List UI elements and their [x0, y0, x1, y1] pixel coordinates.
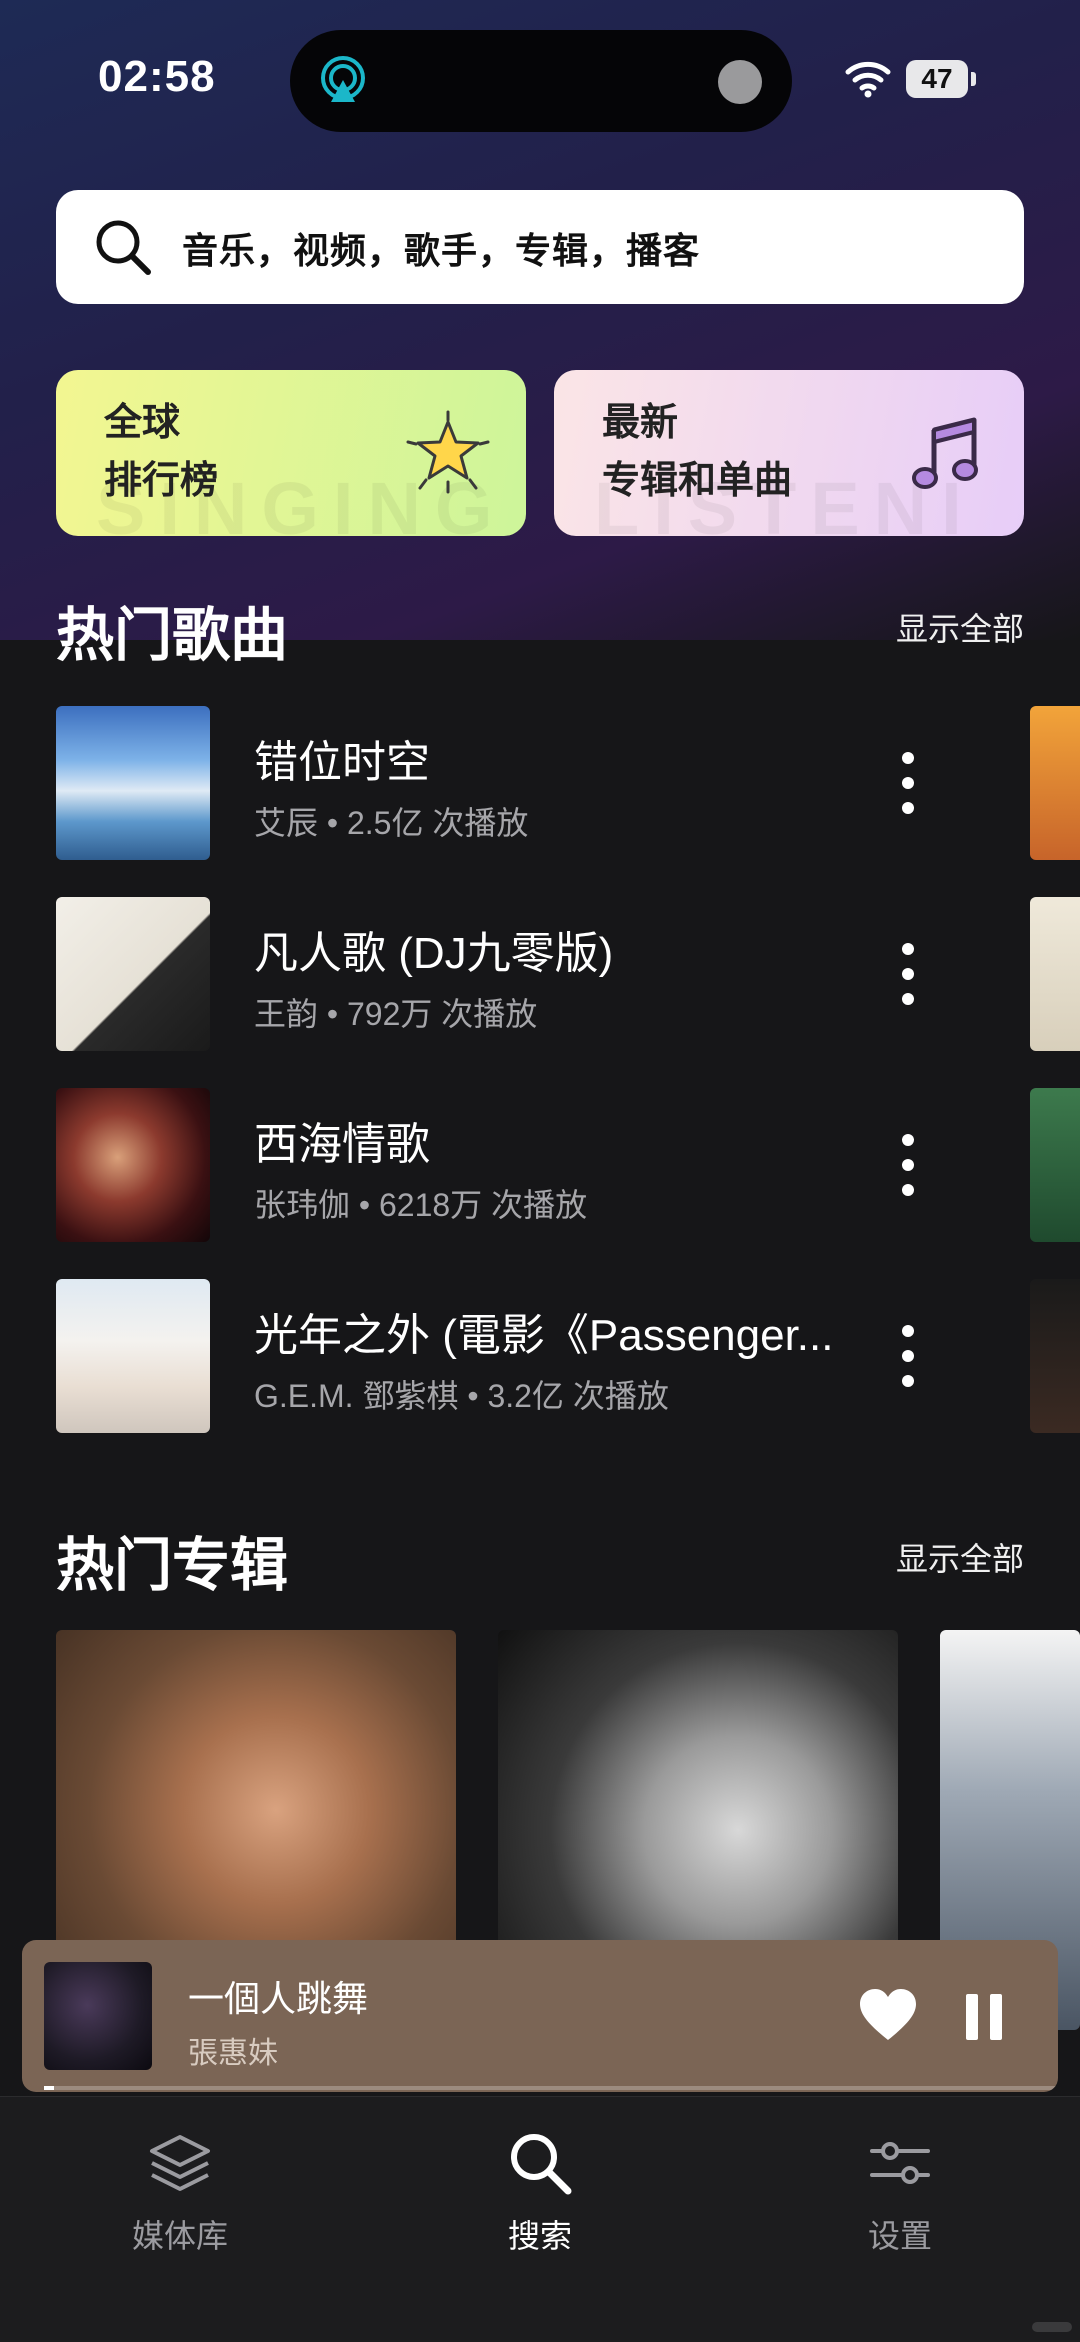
song-subtitle: G.E.M. 鄧紫棋 • 3.2亿 次播放 [254, 1378, 669, 1414]
more-options-icon[interactable] [888, 1321, 928, 1391]
more-options-icon[interactable] [888, 939, 928, 1009]
airplay-icon [321, 56, 365, 102]
star-icon [406, 410, 490, 494]
song-row[interactable]: 西海情歌 张玮伽 • 6218万 次播放 [56, 1088, 1016, 1242]
song-row[interactable]: 错位时空 艾辰 • 2.5亿 次播放 [56, 706, 1016, 860]
status-bar: 02:58 47 [0, 0, 1080, 150]
sliders-icon [870, 2142, 930, 2184]
song-subtitle: 艾辰 • 2.5亿 次播放 [254, 805, 529, 841]
card-label: 最新 专辑和单曲 [602, 394, 792, 510]
hot-songs-show-all-button[interactable]: 显示全部 [896, 604, 1024, 650]
search-icon [96, 220, 151, 275]
next-page-song-cover[interactable] [1030, 1088, 1080, 1242]
hot-albums-heading: 热门专辑 [56, 1533, 289, 1598]
status-time: 02:58 [98, 52, 216, 101]
dynamic-island[interactable] [290, 30, 792, 132]
hot-songs-heading: 热门歌曲 [56, 603, 289, 668]
heart-icon[interactable] [858, 1986, 918, 2046]
mini-player[interactable]: 一個人跳舞 張惠妹 [22, 1940, 1058, 2092]
more-options-icon[interactable] [888, 748, 928, 818]
music-note-icon [912, 417, 978, 489]
song-subtitle: 张玮伽 • 6218万 次播放 [254, 1187, 588, 1223]
global-charts-card[interactable]: SINGING 全球 排行榜 [56, 370, 526, 536]
pause-icon[interactable] [964, 1992, 1004, 2042]
playback-progress[interactable] [44, 2086, 1058, 2090]
tab-label: 媒体库 [131, 2218, 228, 2254]
tab-label: 搜索 [507, 2218, 572, 2254]
next-page-song-cover[interactable] [1030, 706, 1080, 860]
now-playing-title: 一個人跳舞 [188, 1978, 369, 2019]
card-label-line2: 排行榜 [104, 460, 219, 502]
battery-indicator: 47 [906, 60, 976, 98]
next-page-song-cover[interactable] [1030, 1279, 1080, 1433]
wifi-icon [845, 61, 891, 98]
card-label: 全球 排行榜 [104, 394, 218, 510]
search-icon [511, 2134, 572, 2195]
tab-label: 设置 [867, 2218, 932, 2254]
playback-progress-fill [44, 2086, 55, 2090]
song-title: 错位时空 [254, 738, 430, 787]
tab-library[interactable]: 媒体库 [60, 2127, 300, 2257]
new-releases-card[interactable]: LISTENI 最新 专辑和单曲 [554, 370, 1024, 536]
song-title: 光年之外 (電影《Passenger... [254, 1311, 834, 1360]
song-title: 西海情歌 [254, 1120, 430, 1169]
song-row[interactable]: 凡人歌 (DJ九零版) 王韵 • 792万 次播放 [56, 897, 1016, 1051]
song-cover [56, 897, 210, 1051]
hot-albums-show-all-button[interactable]: 显示全部 [896, 1534, 1024, 1580]
song-subtitle: 王韵 • 792万 次播放 [254, 996, 538, 1032]
song-cover [56, 706, 210, 860]
next-page-song-cover[interactable] [1030, 897, 1080, 1051]
now-playing-artist: 張惠妹 [188, 2037, 278, 2070]
layers-icon [150, 2135, 210, 2191]
card-label-line1: 全球 [104, 402, 181, 444]
search-placeholder: 音乐，视频，歌手，专辑，播客 [182, 230, 701, 271]
more-options-icon[interactable] [888, 1130, 928, 1200]
card-label-line1: 最新 [602, 402, 679, 444]
song-cover [56, 1279, 210, 1433]
tab-search[interactable]: 搜索 [420, 2127, 660, 2257]
island-indicator [718, 60, 762, 104]
song-row[interactable]: 光年之外 (電影《Passenger... G.E.M. 鄧紫棋 • 3.2亿 … [56, 1279, 1016, 1433]
home-indicator [1032, 2322, 1072, 2332]
card-label-line2: 专辑和单曲 [602, 460, 793, 502]
song-title: 凡人歌 (DJ九零版) [254, 929, 614, 978]
tab-settings[interactable]: 设置 [780, 2127, 1020, 2257]
search-bar[interactable]: 音乐，视频，歌手，专辑，播客 [56, 190, 1024, 304]
tab-bar: 媒体库 搜索 设置 [0, 2096, 1080, 2342]
now-playing-cover [44, 1962, 152, 2070]
song-cover [56, 1088, 210, 1242]
